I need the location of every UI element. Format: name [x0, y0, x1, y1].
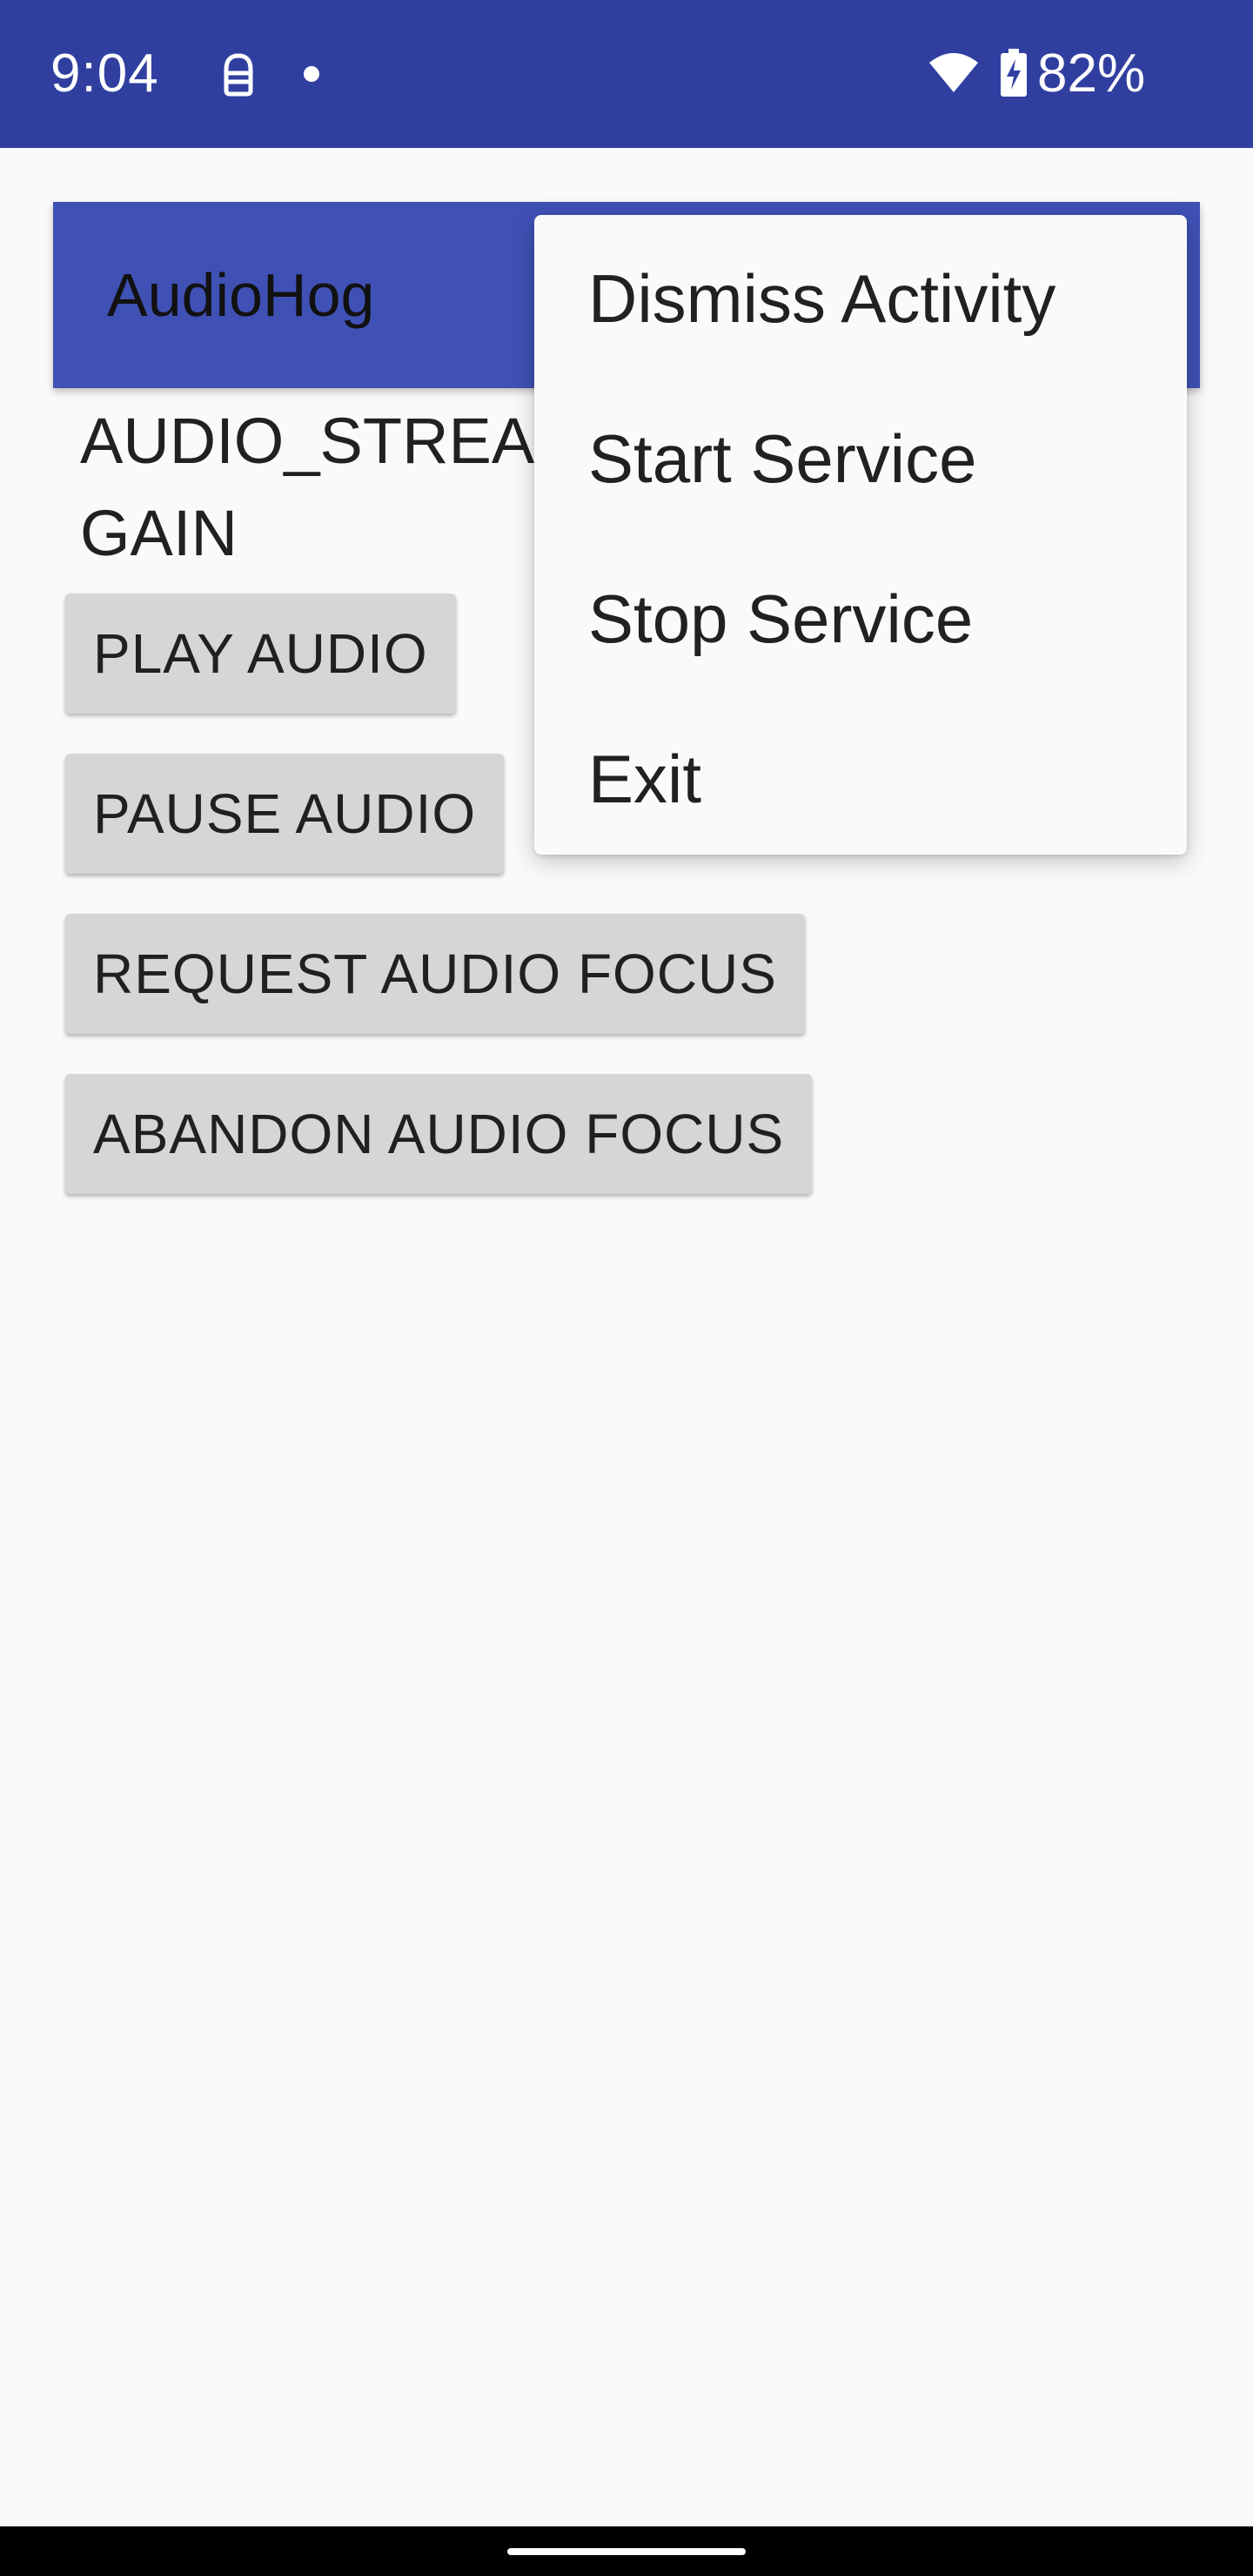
status-time: 9:04	[50, 44, 159, 104]
app-title: AudioHog	[107, 261, 375, 329]
navigation-bar	[0, 2526, 1253, 2576]
abandon-audio-focus-button[interactable]: Abandon Audio Focus	[65, 1074, 813, 1194]
menu-item-exit[interactable]: Exit	[588, 739, 1154, 819]
battery-percent: 82%	[1037, 44, 1146, 104]
status-bar: 9:04 82%	[0, 0, 1253, 148]
wifi-icon	[929, 53, 978, 92]
menu-item-start-service[interactable]: Start Service	[588, 419, 1154, 499]
menu-item-dismiss-activity[interactable]: Dismiss Activity	[588, 258, 1154, 339]
play-audio-button[interactable]: Play Audio	[65, 594, 456, 714]
home-gesture-handle[interactable]	[507, 2548, 746, 2555]
dot-icon	[304, 66, 319, 82]
request-audio-focus-button[interactable]: Request Audio Focus	[65, 914, 805, 1034]
notification-icon	[224, 53, 253, 97]
pause-audio-button[interactable]: Pause Audio	[65, 754, 505, 874]
menu-item-stop-service[interactable]: Stop Service	[588, 579, 1154, 659]
battery-charging-icon	[1001, 49, 1027, 97]
overflow-menu: Dismiss Activity Start Service Stop Serv…	[534, 215, 1187, 855]
